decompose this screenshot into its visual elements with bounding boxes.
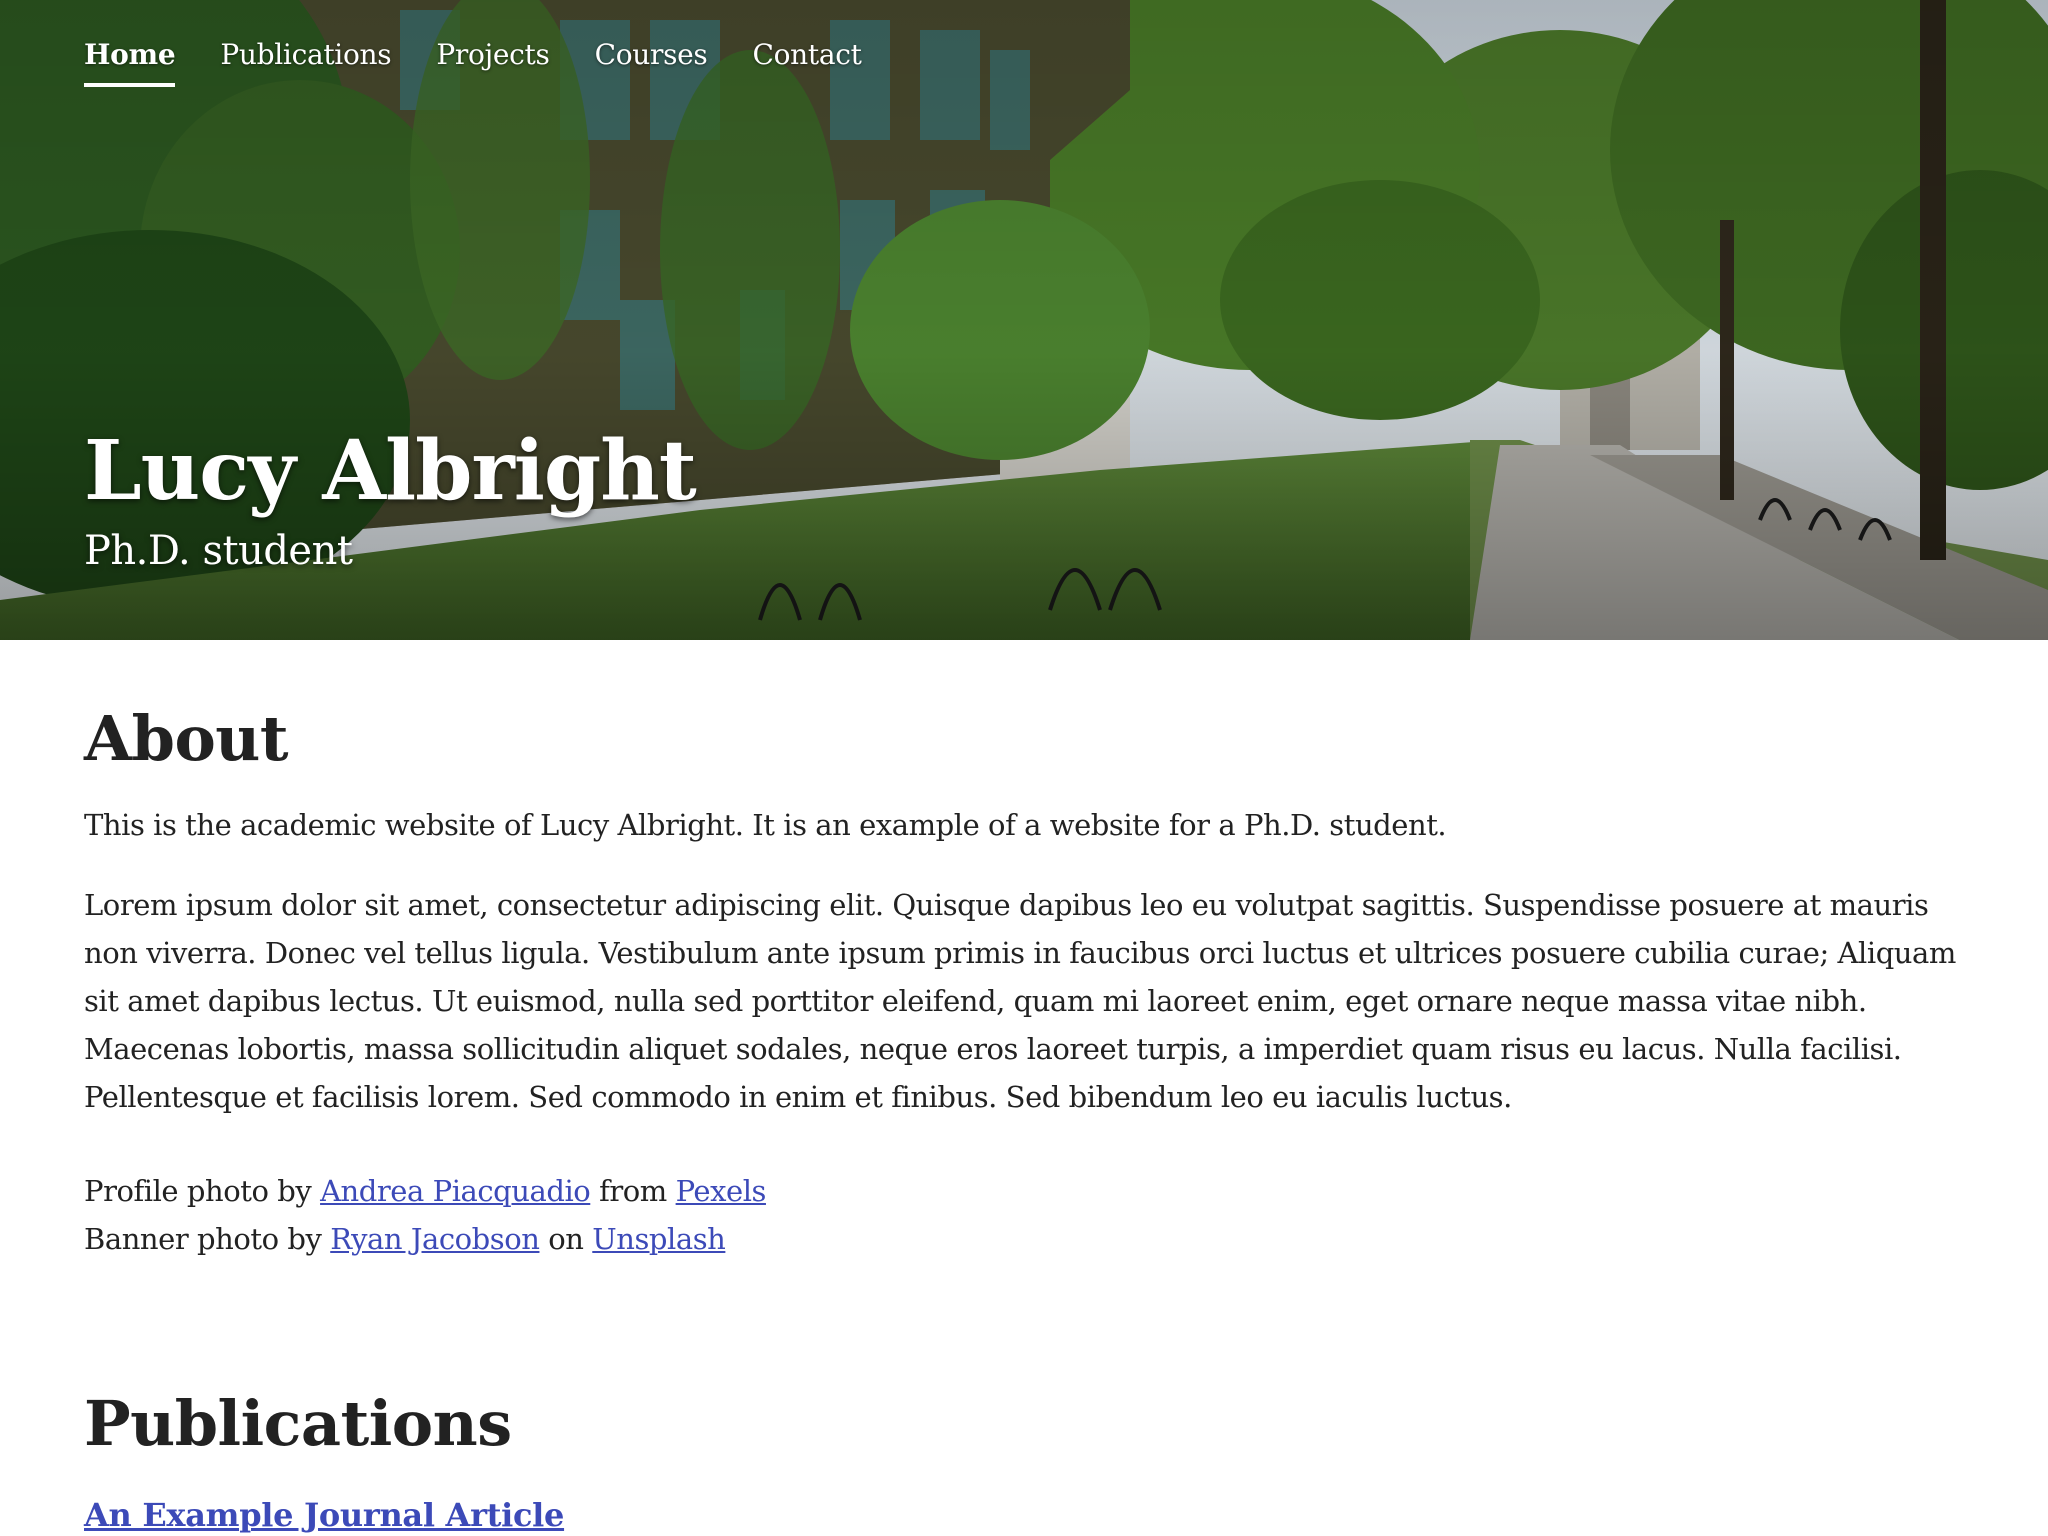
main-nav: Home Publications Projects Courses Conta… <box>84 38 862 87</box>
about-body: Lorem ipsum dolor sit amet, consectetur … <box>84 888 1956 1114</box>
publications-section: Publications An Example Journal Article <box>84 1387 1964 1534</box>
nav-publications-link[interactable]: Publications <box>220 38 391 87</box>
profile-credit-mid: from <box>599 1174 667 1208</box>
nav-home-link[interactable]: Home <box>84 38 176 87</box>
nav-projects-link[interactable]: Projects <box>436 38 550 87</box>
hero-heading-block: Lucy Albright Ph.D. student <box>84 423 697 575</box>
profile-credit-prefix: Profile photo by <box>84 1174 312 1208</box>
banner-photographer-link[interactable]: Ryan Jacobson <box>330 1222 540 1256</box>
site-title: Lucy Albright <box>84 423 697 519</box>
publications-heading: Publications <box>84 1387 512 1460</box>
nav-contact-link[interactable]: Contact <box>753 38 862 87</box>
banner: Home Publications Projects Courses Conta… <box>0 0 2048 640</box>
about-section: About This is the academic website of Lu… <box>84 702 1964 1263</box>
banner-credit-prefix: Banner photo by <box>84 1222 322 1256</box>
about-heading: About <box>84 702 289 775</box>
site-subtitle: Ph.D. student <box>84 528 353 575</box>
profile-photographer-link[interactable]: Andrea Piacquadio <box>320 1174 591 1208</box>
banner-credit-mid: on <box>548 1222 584 1256</box>
unsplash-link[interactable]: Unsplash <box>592 1222 726 1256</box>
nav-courses-link[interactable]: Courses <box>595 38 708 87</box>
publication-link[interactable]: An Example Journal Article <box>84 1496 1964 1534</box>
about-intro: This is the academic website of Lucy Alb… <box>84 808 1447 842</box>
photo-credits: Profile photo by Andrea Piacquadio from … <box>84 1167 1964 1263</box>
main-content: About This is the academic website of Lu… <box>84 640 1964 1534</box>
pexels-link[interactable]: Pexels <box>676 1174 767 1208</box>
